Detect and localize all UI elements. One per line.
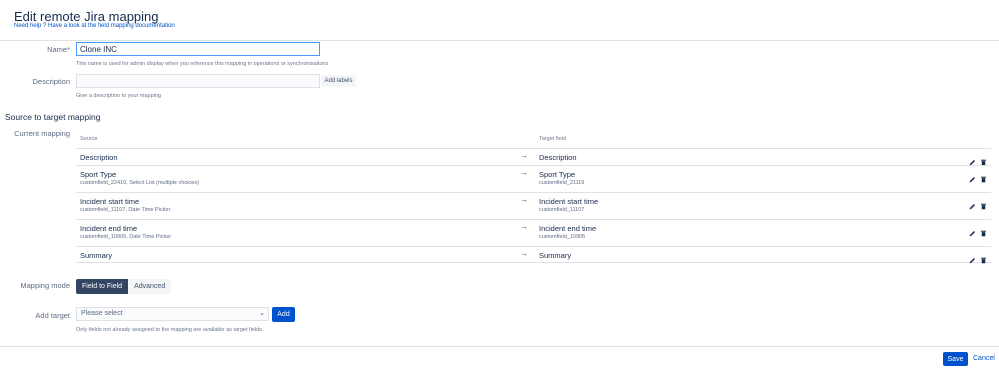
target-field-name: Incident end time xyxy=(539,224,597,233)
pencil-icon[interactable] xyxy=(969,170,976,183)
description-help-text: Give a description to your mapping xyxy=(76,93,161,99)
field-to-field-button[interactable]: Field to Field xyxy=(76,279,129,294)
mapping-row-incident-start-time: Incident start time customfield_11107, D… xyxy=(76,192,991,219)
target-field-id: customfield_21119 xyxy=(539,180,585,186)
target-field-id: customfield_10905 xyxy=(539,234,586,240)
description-label: Description xyxy=(32,77,70,86)
page-header: Edit remote Jira mapping Need help ? Hav… xyxy=(0,0,999,40)
pencil-icon[interactable] xyxy=(969,251,976,264)
pencil-icon[interactable] xyxy=(969,197,976,210)
source-field-name: Sport Type xyxy=(80,170,117,179)
source-column-header: Source xyxy=(80,136,98,142)
pencil-icon[interactable] xyxy=(969,153,976,166)
header-divider xyxy=(0,40,999,41)
arrow-icon: → xyxy=(520,222,528,231)
footer-divider xyxy=(0,346,999,347)
target-field-id: customfield_11107 xyxy=(539,207,585,213)
mapping-row-incident-end-time: Incident end time customfield_10905, Dat… xyxy=(76,219,991,246)
mapping-mode-label: Mapping mode xyxy=(20,281,70,290)
name-help-text: This name is used for admin display when… xyxy=(76,61,329,67)
arrow-icon: → xyxy=(520,151,528,160)
target-column-header: Target field xyxy=(539,136,566,142)
target-field-name: Description xyxy=(539,153,577,162)
current-mapping-label: Current mapping xyxy=(14,129,70,138)
add-target-button[interactable]: Add xyxy=(272,307,295,322)
source-field-name: Incident end time xyxy=(80,224,138,233)
trash-icon[interactable] xyxy=(980,153,987,166)
chevron-down-icon: ⌄ xyxy=(259,310,265,317)
trash-icon[interactable] xyxy=(980,224,987,237)
target-field-name: Summary xyxy=(539,251,572,260)
trash-icon[interactable] xyxy=(980,170,987,183)
cancel-button[interactable]: Cancel xyxy=(973,355,995,362)
arrow-icon: → xyxy=(520,249,528,258)
save-button[interactable]: Save xyxy=(943,352,968,366)
description-field[interactable] xyxy=(76,74,320,88)
source-field-name: Summary xyxy=(80,251,113,260)
advanced-button[interactable]: Advanced xyxy=(128,279,172,294)
mapping-row-sport-type: Sport Type customfield_22410, Select Lis… xyxy=(76,165,991,192)
arrow-icon: → xyxy=(520,195,528,204)
source-to-target-title: Source to target mapping xyxy=(5,112,101,122)
add-target-help-text: Only fields not already assigned to the … xyxy=(76,327,264,333)
arrow-icon: → xyxy=(520,168,528,177)
name-field[interactable] xyxy=(76,42,320,56)
source-field-name: Description xyxy=(80,153,118,162)
add-target-label: Add target xyxy=(35,311,70,320)
trash-icon[interactable] xyxy=(980,197,987,210)
source-field-id: customfield_11107, Date Time Picker xyxy=(80,207,171,213)
source-field-id: customfield_10905, Date Time Picker xyxy=(80,234,172,240)
target-field-name: Incident start time xyxy=(539,197,599,206)
trash-icon[interactable] xyxy=(980,251,987,264)
pencil-icon[interactable] xyxy=(969,224,976,237)
mapping-row-summary: Summary → Summary xyxy=(76,246,991,264)
mapping-mode-toggle: Field to Field Advanced xyxy=(76,279,172,294)
target-field-name: Sport Type xyxy=(539,170,576,179)
source-field-name: Incident start time xyxy=(80,197,140,206)
add-labels-button[interactable]: Add labels xyxy=(321,75,356,87)
target-field-select[interactable]: Please select ⌄ xyxy=(76,307,269,321)
documentation-help-link[interactable]: Need help ? Have a look at the field map… xyxy=(14,23,175,29)
page-title: Edit remote Jira mapping xyxy=(14,9,159,24)
select-placeholder: Please select xyxy=(81,310,123,317)
source-field-id: customfield_22410, Select List (multiple… xyxy=(80,180,199,186)
name-label: Name* xyxy=(47,45,70,54)
mapping-row-description: Description → Description xyxy=(76,148,991,166)
